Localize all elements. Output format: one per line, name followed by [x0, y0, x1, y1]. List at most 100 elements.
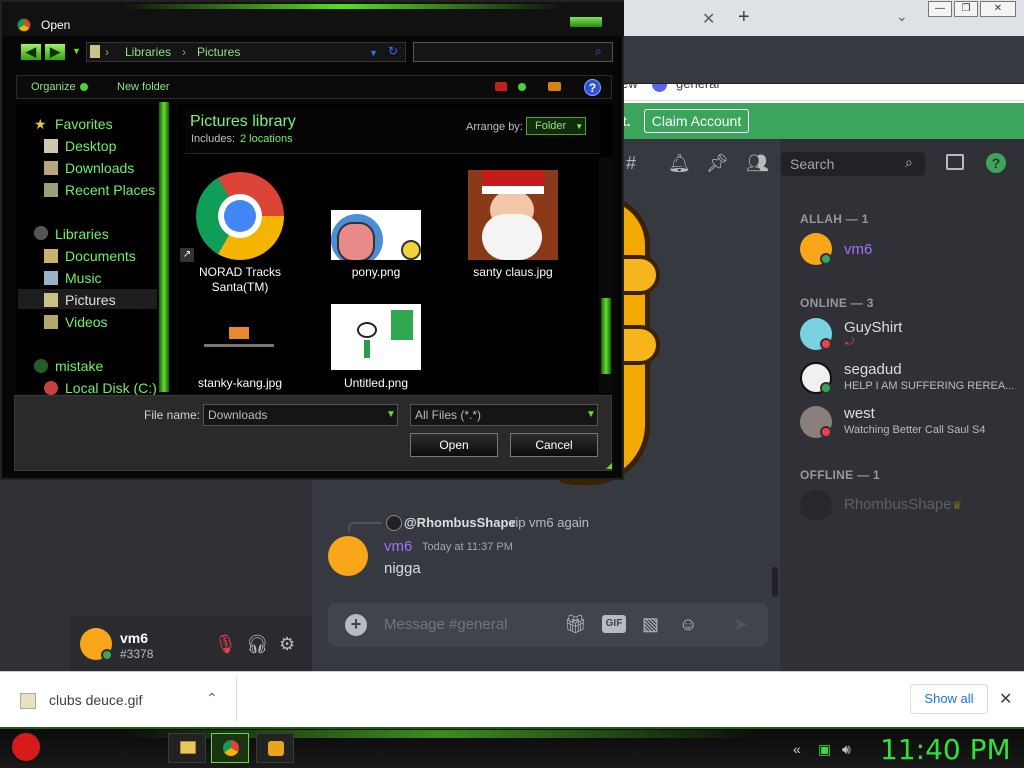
address-chevron-icon[interactable]: ›	[182, 45, 186, 59]
view-dropdown-icon[interactable]	[518, 83, 526, 91]
volume-icon[interactable]: 🔊︎	[842, 741, 851, 758]
pinned-messages-icon[interactable]: 📌︎	[706, 153, 729, 174]
address-pictures[interactable]: Pictures	[197, 45, 240, 59]
member-name-vm6[interactable]: vm6	[844, 241, 872, 258]
gift-icon[interactable]: 🎁︎	[564, 614, 587, 635]
address-chevron-icon[interactable]: ›	[105, 45, 109, 59]
organize-button[interactable]: Organize	[31, 81, 76, 93]
file-name-pony[interactable]: pony.png	[311, 265, 441, 280]
help-icon[interactable]: ?	[986, 153, 1006, 173]
open-button[interactable]: Open	[410, 433, 498, 457]
address-dropdown-icon[interactable]: ▼	[369, 48, 378, 58]
file-name-input[interactable]	[203, 404, 398, 426]
inbox-icon[interactable]	[946, 154, 964, 170]
close-icon[interactable]: ✕	[999, 689, 1012, 709]
minimize-icon[interactable]: —	[928, 1, 952, 17]
recent-locations-chevron-icon[interactable]: ▼	[72, 46, 81, 56]
network-icon[interactable]: ▣	[818, 741, 831, 758]
show-all-button[interactable]: Show all	[910, 684, 988, 714]
reply-author[interactable]: @RhombusShape	[404, 515, 516, 530]
file-type-select[interactable]: All Files (*.*)	[410, 404, 598, 426]
start-button-angry-bird-icon[interactable]	[10, 731, 42, 763]
nav-item-documents[interactable]: Documents	[65, 248, 136, 264]
message-avatar[interactable]	[328, 536, 368, 576]
help-icon[interactable]: ?	[584, 79, 601, 96]
search-input[interactable]	[413, 42, 613, 62]
emoji-icon[interactable]: ☺	[679, 614, 697, 635]
dialog-close-button[interactable]	[569, 16, 603, 28]
reply-preview[interactable]: rip vm6 again	[511, 515, 589, 530]
member-name-rhombusshape[interactable]: RhombusShape	[844, 496, 952, 513]
santa-thumbnail[interactable]	[468, 170, 558, 260]
member-avatar[interactable]	[800, 489, 832, 521]
nav-item-pictures[interactable]: Pictures	[65, 292, 116, 308]
headphones-icon[interactable]: 🎧︎	[246, 634, 269, 655]
untitled-thumbnail[interactable]	[331, 304, 421, 370]
resize-grip-icon[interactable]: ◢	[606, 461, 612, 470]
maximize-icon[interactable]: ❐	[954, 1, 978, 17]
organize-dropdown-icon[interactable]	[80, 83, 88, 91]
file-name-untitled[interactable]: Untitled.png	[311, 376, 441, 391]
nav-item-favorites[interactable]: Favorites	[55, 116, 113, 132]
settings-gear-icon[interactable]: ⚙	[279, 634, 295, 655]
taskbar-app-button[interactable]	[256, 733, 294, 763]
new-tab-icon[interactable]: +	[738, 6, 750, 29]
nav-item-music[interactable]: Music	[65, 270, 102, 286]
message-author[interactable]: vm6	[384, 538, 412, 555]
file-type-dropdown-icon[interactable]: ▼	[586, 409, 596, 420]
chevron-up-icon[interactable]: ⌃	[206, 690, 218, 707]
view-mode-icon[interactable]	[495, 82, 507, 91]
chrome-shortcut-thumbnail[interactable]	[196, 172, 284, 260]
mute-mic-icon[interactable]: 🎙︎	[214, 634, 237, 655]
refresh-icon[interactable]: ↻	[388, 44, 398, 58]
search-icon[interactable]: ⌕	[595, 44, 602, 59]
nav-item-libraries[interactable]: Libraries	[55, 226, 109, 242]
stanky-sprite-image	[229, 327, 249, 339]
gif-button[interactable]: GIF	[602, 615, 626, 633]
download-file-name[interactable]: clubs deuce.gif	[49, 692, 142, 708]
member-name-segadud[interactable]: segadud	[844, 361, 902, 378]
upload-plus-icon[interactable]: +	[345, 614, 367, 636]
taskbar-clock[interactable]: 11:40 PM	[880, 733, 1011, 766]
address-libraries[interactable]: Libraries	[125, 45, 171, 59]
message-input[interactable]	[384, 616, 554, 633]
member-list-icon[interactable]: 👥︎	[746, 153, 769, 174]
file-name-stanky-kang[interactable]: stanky-kang.jpg	[175, 376, 305, 391]
file-name-dropdown-icon[interactable]: ▼	[386, 409, 396, 420]
nav-item-recent-places[interactable]: Recent Places	[65, 182, 155, 198]
forward-arrow-icon[interactable]: ▶	[44, 43, 66, 61]
tab-close-icon[interactable]: ✕	[702, 9, 715, 29]
includes-locations-link[interactable]: 2 locations	[240, 133, 293, 145]
chat-scrollbar[interactable]	[772, 567, 778, 597]
cancel-button[interactable]: Cancel	[510, 433, 598, 457]
nav-scrollbar-thumb[interactable]	[159, 102, 169, 392]
close-window-icon[interactable]: ✕	[980, 1, 1016, 17]
nav-item-downloads[interactable]: Downloads	[65, 160, 134, 176]
send-icon[interactable]: ➤	[733, 614, 748, 635]
arrange-by-dropdown[interactable]: Folder ▼	[526, 117, 586, 135]
preview-pane-icon[interactable]	[548, 82, 561, 91]
pony-thumbnail[interactable]	[331, 210, 421, 260]
member-name-west[interactable]: west	[844, 405, 875, 422]
tray-arrow-icon[interactable]: «	[793, 741, 801, 757]
stanky-kang-thumbnail[interactable]	[196, 322, 284, 372]
threads-icon[interactable]: #	[626, 153, 636, 174]
taskbar-explorer-button[interactable]	[168, 733, 206, 763]
sticker-icon[interactable]: ▧	[642, 614, 659, 635]
nav-item-desktop[interactable]: Desktop	[65, 138, 116, 154]
nav-item-mistake[interactable]: mistake	[55, 358, 103, 374]
member-name-guyshirt[interactable]: GuyShirt	[844, 319, 902, 336]
file-name-santy-claus[interactable]: santy claus.jpg	[448, 265, 578, 280]
content-scrollbar-thumb[interactable]	[601, 298, 611, 374]
file-name-norad[interactable]: NORAD Tracks Santa(TM)	[175, 265, 305, 295]
notification-bell-icon[interactable]: 🔔︎	[668, 153, 691, 174]
taskbar-chrome-button[interactable]	[211, 733, 249, 763]
nav-item-local-disk[interactable]: Local Disk (C:)	[65, 380, 157, 396]
message-content: nigga	[384, 560, 421, 577]
untitled-figure-head-image	[357, 322, 377, 338]
new-folder-button[interactable]: New folder	[117, 81, 170, 93]
back-arrow-icon[interactable]: ◀	[20, 43, 42, 61]
nav-item-videos[interactable]: Videos	[65, 314, 108, 330]
tab-search-chevron-icon[interactable]: ⌄	[896, 8, 908, 25]
claim-account-button[interactable]: Claim Account	[644, 109, 749, 133]
